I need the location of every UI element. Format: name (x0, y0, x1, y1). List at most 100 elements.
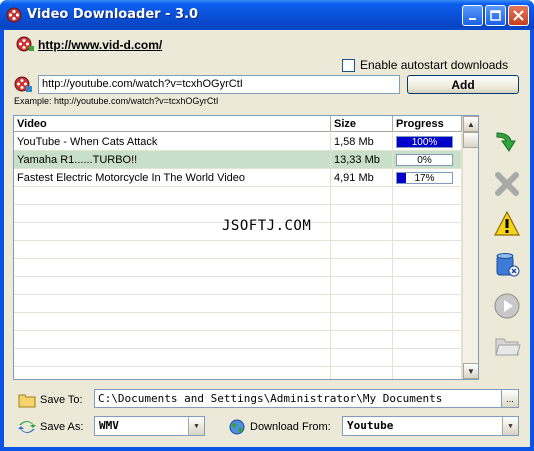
download-from-label: Download From: (250, 421, 331, 433)
maximize-icon (490, 10, 501, 21)
empty-cell (331, 295, 393, 313)
empty-cell (14, 241, 331, 259)
scroll-up-button[interactable]: ▲ (463, 116, 478, 132)
close-button[interactable] (508, 5, 529, 26)
watermark-text: JSOFTJ.COM (222, 218, 312, 234)
autostart-option[interactable]: Enable autostart downloads (342, 58, 508, 72)
progress-bar: 17% (396, 172, 453, 184)
chevron-down-icon[interactable]: ▼ (188, 417, 204, 435)
downloads-grid[interactable]: Video Size Progress YouTube - When Cats … (13, 115, 479, 380)
empty-cell (14, 331, 331, 349)
empty-row (14, 277, 462, 295)
save-as-row: Save As: (18, 419, 83, 435)
empty-cell (331, 223, 393, 241)
start-download-button[interactable] (493, 127, 521, 155)
empty-cell (331, 187, 393, 205)
empty-cell (14, 277, 331, 295)
column-header-progress[interactable]: Progress (393, 116, 462, 132)
maximize-button[interactable] (485, 5, 506, 26)
empty-cell (331, 349, 393, 367)
delete-button[interactable] (493, 170, 521, 198)
empty-cell (14, 187, 331, 205)
window-title: Video Downloader - 3.0 (27, 7, 199, 22)
size-cell: 4,91 Mb (331, 169, 393, 187)
film-reel-icon (16, 36, 34, 52)
size-cell: 13,33 Mb (331, 151, 393, 169)
convert-arrows-icon (18, 421, 36, 433)
download-arrow-icon (496, 132, 516, 152)
video-cell: YouTube - When Cats Attack (14, 133, 331, 151)
warning-icon (494, 210, 520, 236)
empty-row (14, 349, 462, 367)
vertical-scrollbar[interactable]: ▲ ▼ (462, 116, 478, 379)
empty-cell (331, 313, 393, 331)
globe-icon (229, 419, 245, 435)
grid-body: Video Size Progress YouTube - When Cats … (14, 116, 462, 379)
close-icon (513, 10, 524, 21)
delete-x-icon (495, 172, 519, 196)
download-from-select[interactable]: Youtube ▼ (342, 416, 519, 436)
column-header-video[interactable]: Video (14, 116, 331, 132)
scroll-thumb[interactable] (463, 132, 478, 148)
autostart-label: Enable autostart downloads (360, 58, 509, 72)
progress-label: 0% (417, 155, 432, 166)
empty-cell (393, 223, 462, 241)
website-link[interactable]: http://www.vid-d.com/ (38, 38, 162, 52)
progress-bar: 100% (396, 136, 453, 148)
download-from-value: Youtube (347, 419, 394, 432)
warning-button[interactable] (493, 210, 521, 238)
empty-cell (393, 331, 462, 349)
minimize-button[interactable] (462, 5, 483, 26)
table-row[interactable]: YouTube - When Cats Attack 1,58 Mb 100% (14, 133, 462, 151)
column-header-size[interactable]: Size (331, 116, 393, 132)
empty-cell (14, 259, 331, 277)
progress-cell: 100% (393, 133, 462, 151)
empty-cell (14, 295, 331, 313)
progress-cell: 0% (393, 151, 462, 169)
empty-cell (393, 277, 462, 295)
empty-cell (14, 313, 331, 331)
download-from-row: Download From: (228, 419, 331, 435)
film-reel-icon (14, 76, 32, 92)
autostart-checkbox[interactable] (342, 58, 355, 72)
empty-cell (14, 367, 331, 379)
empty-row (14, 187, 462, 205)
empty-cell (331, 241, 393, 259)
open-folder-button[interactable] (493, 331, 521, 359)
empty-cell (331, 331, 393, 349)
empty-cell (331, 205, 393, 223)
chevron-down-icon[interactable]: ▼ (502, 417, 518, 435)
save-to-label: Save To: (40, 394, 83, 406)
scroll-down-button[interactable]: ▼ (463, 363, 478, 379)
progress-cell: 17% (393, 169, 462, 187)
save-to-path-field[interactable]: C:\Documents and Settings\Administrator\… (94, 389, 504, 408)
play-icon (494, 293, 520, 319)
grid-header: Video Size Progress (14, 116, 462, 132)
empty-cell (393, 295, 462, 313)
empty-row (14, 367, 462, 379)
empty-cell (14, 349, 331, 367)
table-row[interactable]: Fastest Electric Motorcycle In The World… (14, 169, 462, 187)
open-folder-icon (495, 338, 521, 356)
save-as-select[interactable]: WMV ▼ (94, 416, 205, 436)
add-button[interactable]: Add (407, 75, 519, 94)
play-button[interactable] (493, 292, 521, 320)
minimize-icon (469, 18, 476, 20)
empty-cell (331, 277, 393, 295)
empty-cell (331, 367, 393, 379)
size-cell: 1,58 Mb (331, 133, 393, 151)
clear-list-button[interactable] (493, 251, 521, 279)
url-input[interactable]: http://youtube.com/watch?v=tcxhOGyrCtI (38, 75, 400, 94)
browse-button[interactable]: ... (501, 389, 519, 408)
progress-label: 100% (411, 137, 438, 148)
folder-icon (18, 394, 36, 408)
table-row[interactable]: Yamaha R1......TURBO!! 13,33 Mb 0% (14, 151, 462, 169)
empty-row (14, 259, 462, 277)
example-hint: Example: http://youtube.com/watch?v=tcxh… (14, 96, 219, 106)
empty-cell (393, 349, 462, 367)
empty-cell (393, 205, 462, 223)
client-area: http://www.vid-d.com/ Enable autostart d… (4, 30, 530, 447)
title-bar[interactable]: Video Downloader - 3.0 (0, 0, 534, 30)
empty-cell (393, 187, 462, 205)
clear-list-icon (496, 253, 520, 277)
